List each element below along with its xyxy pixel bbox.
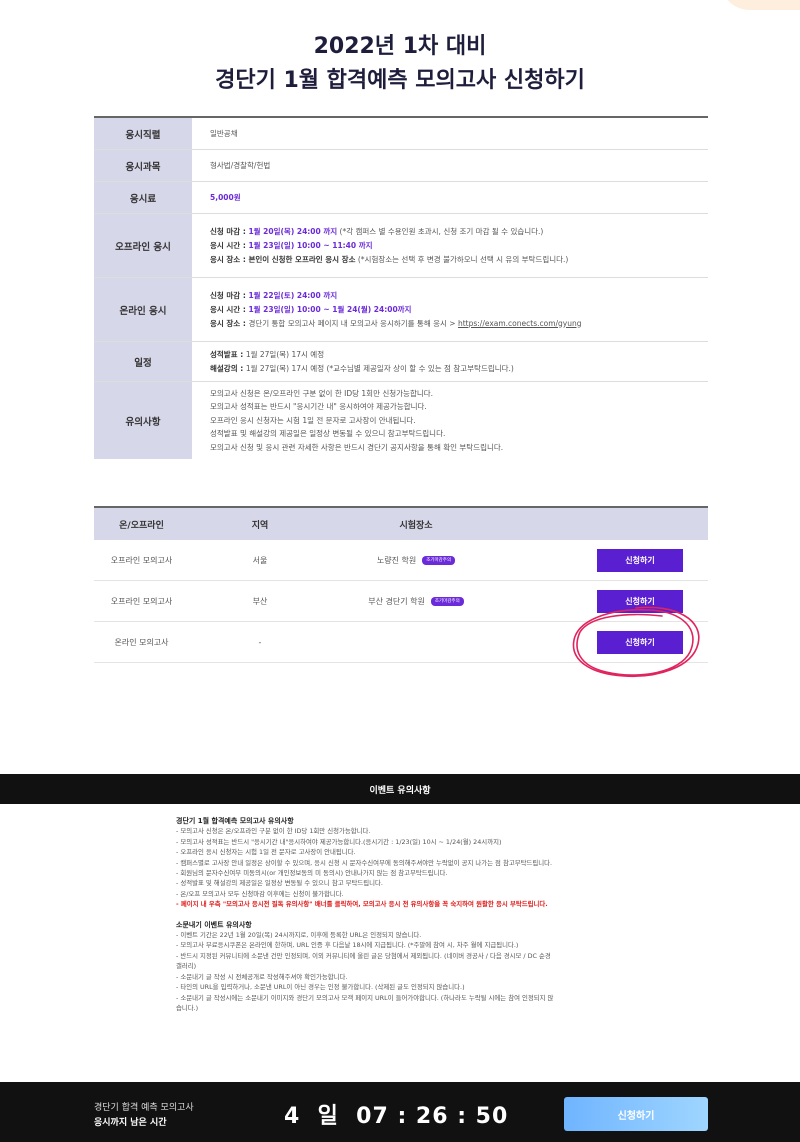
caution-line: 모의고사 신청 및 응시 관련 자세한 사항은 반드시 경단기 공지사항을 통해… — [210, 442, 504, 452]
header-region: 지역 — [251, 520, 269, 531]
offline-place: 응시 장소 : 본인이 신청한 오프라인 응시 장소 (*시험장소는 선택 후 … — [210, 254, 569, 264]
notice-line: - 모의고사 성적표는 반드시 "응시기간 내"응시하여야 제공가능합니다.(응… — [176, 837, 502, 846]
event-page: 2022년 1차 대비 경단기 1월 합격예측 모의고사 신청하기 응시직렬 일… — [0, 0, 800, 1142]
venue-table: 온/오프라인 지역 시험장소 오프라인 모의고사 서울 노량진 학원 조기마감주의… — [94, 506, 708, 663]
schedule-result: 성적발표 : 1월 27일(목) 17시 예정 — [210, 349, 325, 359]
caution-line: 오프라인 응시 신청자는 시험 1일 전 문자로 고사장이 안내됩니다. — [210, 415, 416, 425]
notice-title: 경단기 1월 합격예측 모의고사 유의사항 — [176, 817, 294, 825]
info-row-offline: 오프라인 응시 신청 마감 : 1월 20일(목) 24:00 까지 (*각 캠… — [94, 214, 708, 278]
fee-value: 5,000원 — [210, 192, 241, 202]
venue-row: 오프라인 모의고사 서울 노량진 학원 조기마감주의 신청하기 — [94, 540, 708, 581]
venue-type: 온라인 모의고사 — [114, 637, 169, 647]
notice-line: - 모의고사 무료응시쿠폰은 온라인에 한하며, URL 인증 후 다음날 18… — [176, 941, 519, 950]
apply-button-online[interactable]: 신청하기 — [597, 630, 683, 654]
notice-warning: - 페이지 내 우측 "모의고사 응시전 필독 유의사항" 배너를 클릭하여, … — [176, 900, 548, 909]
online-deadline: 신청 마감 : 1월 22일(토) 24:00 까지 — [210, 290, 338, 300]
footer-apply-button[interactable]: 신청하기 — [564, 1097, 708, 1131]
info-value: 일반공채 — [210, 128, 238, 138]
info-row-subject: 응시과목 형사법/경찰학/헌법 — [94, 150, 708, 182]
info-table: 응시직렬 일반공채 응시과목 형사법/경찰학/헌법 응시료 5,000원 오프라… — [94, 116, 708, 459]
caution-line: 모의고사 성적표는 반드시 "응시기간 내" 응시하여야 제공가능합니다. — [210, 402, 427, 412]
header-type: 온/오프라인 — [119, 520, 164, 531]
info-label: 유의사항 — [94, 382, 192, 459]
early-close-badge: 조기마감주의 — [430, 596, 464, 606]
footer-remaining-label: 응시까지 남은 시간 — [94, 1118, 167, 1128]
info-row-fee: 응시료 5,000원 — [94, 182, 708, 214]
online-place: 응시 장소 : 경단기 통합 모의고사 페이지 내 모의고사 응시하기를 통해 … — [210, 318, 582, 328]
info-label: 응시료 — [94, 182, 192, 213]
caution-line: 모의고사 신청은 온/오프라인 구분 없이 한 ID당 1회만 신청가능합니다. — [210, 388, 434, 398]
exam-link[interactable]: https://exam.conects.com/gyung — [458, 319, 582, 328]
notice-line: - 오프라인 응시 신청자는 시험 1일 전 문자로 고사장이 안내됩니다. — [176, 848, 356, 857]
notice-line: - 이벤트 기간은 22년 1월 20일(목) 24시까지로, 이후에 등록한 … — [176, 931, 422, 940]
venue-row: 온라인 모의고사 - 신청하기 — [94, 622, 708, 663]
venue-header: 온/오프라인 지역 시험장소 — [94, 508, 708, 540]
info-row-caution: 유의사항 모의고사 신청은 온/오프라인 구분 없이 한 ID당 1회만 신청가… — [94, 382, 708, 459]
info-row-job: 응시직렬 일반공채 — [94, 118, 708, 150]
title-line1: 2022년 1차 대비 — [313, 34, 487, 59]
notice-line: - 성적발표 및 해설강의 제공일은 일정상 변동될 수 있으니 참고 부탁드립… — [176, 879, 383, 888]
info-label: 응시과목 — [94, 150, 192, 181]
venue-region: 부산 — [252, 596, 268, 606]
notice-line: - 반드시 지정된 커뮤니티에 소문낸 건만 인정되며, 이외 커뮤니티에 올린… — [176, 951, 551, 960]
online-time: 응시 시간 : 1월 23일(일) 10:00 ~ 1월 24(월) 24:00… — [210, 304, 412, 314]
venue-place: 노량진 학원 — [376, 555, 417, 565]
header-place: 시험장소 — [399, 520, 433, 531]
notice-bar: 이벤트 유의사항 — [0, 774, 800, 804]
notice-line: - 회원님의 문자수신여부 미동의시(or 개인정보동의 미 동의시) 안내나가… — [176, 869, 448, 878]
info-row-schedule: 일정 성적발표 : 1월 27일(목) 17시 예정 해설강의 : 1월 27일… — [94, 342, 708, 382]
notice-line: - 소문내기 글 작성시에는 소문내기 이미지와 경단기 모의고사 모객 페이지… — [176, 993, 554, 1002]
info-label: 오프라인 응시 — [94, 214, 192, 277]
notice-line: - 캠퍼스별로 고사장 안내 일정은 상이할 수 있으며, 응시 신청 시 문자… — [176, 858, 553, 867]
notice-line: - 타인의 URL을 입력하거나, 소문낸 URL이 아닌 경우는 인정 불가합… — [176, 983, 465, 992]
info-label: 온라인 응시 — [94, 278, 192, 341]
notice-line: - 모의고사 신청은 온/오프라인 구분 없이 한 ID당 1회만 신청가능합니… — [176, 827, 371, 836]
early-close-badge: 조기마감주의 — [422, 555, 456, 565]
offline-time: 응시 시간 : 1월 23일(일) 10:00 ~ 11:40 까지 — [210, 240, 373, 250]
countdown-footer: 경단기 합격 예측 모의고사 응시까지 남은 시간 4 일 07 : 26 : … — [0, 1082, 800, 1142]
venue-place: 부산 경단기 학원 — [368, 596, 425, 606]
notice-title: 소문내기 이벤트 유의사항 — [176, 920, 252, 929]
title-line2: 경단기 1월 합격예측 모의고사 신청하기 — [215, 68, 585, 93]
schedule-lecture: 해설강의 : 1월 27일(목) 17시 예정 (*교수님별 제공일자 상이 할… — [210, 363, 514, 373]
info-label: 응시직렬 — [94, 118, 192, 149]
venue-type: 오프라인 모의고사 — [110, 596, 173, 606]
notice-line: 갤러리) — [176, 962, 197, 971]
venue-region: - — [258, 637, 262, 647]
apply-button-busan[interactable]: 신청하기 — [597, 589, 683, 613]
notice-section: 경단기 1월 합격예측 모의고사 유의사항 - 모의고사 신청은 온/오프라인 … — [176, 816, 626, 1013]
footer-label: 경단기 합격 예측 모의고사 — [94, 1103, 194, 1113]
venue-type: 오프라인 모의고사 — [110, 555, 173, 565]
venue-row: 오프라인 모의고사 부산 부산 경단기 학원 조기마감주의 신청하기 — [94, 581, 708, 622]
caution-line: 성적발표 및 해설강의 제공일은 일정상 변동될 수 있으니 참고부탁드립니다. — [210, 429, 446, 439]
info-row-online: 온라인 응시 신청 마감 : 1월 22일(토) 24:00 까지 응시 시간 … — [94, 278, 708, 342]
countdown-timer: 4 일 07 : 26 : 50 — [284, 1104, 509, 1129]
apply-button-seoul[interactable]: 신청하기 — [597, 548, 683, 572]
notice-line: - 온/오프 모의고사 모두 신청마감 이후에는 신청이 불가합니다. — [176, 889, 344, 898]
page-title: 2022년 1차 대비 경단기 1월 합격예측 모의고사 신청하기 — [0, 0, 800, 98]
offline-deadline: 신청 마감 : 1월 20일(목) 24:00 까지 (*각 캠퍼스 별 수용인… — [210, 226, 544, 236]
notice-line: 습니다.) — [176, 1003, 199, 1012]
notice-line: - 소문내기 글 작성 시 전체공개로 작성해주셔야 확인가능합니다. — [176, 972, 348, 981]
info-label: 일정 — [94, 342, 192, 381]
info-value: 형사법/경찰학/헌법 — [210, 160, 271, 170]
venue-region: 서울 — [252, 555, 268, 565]
